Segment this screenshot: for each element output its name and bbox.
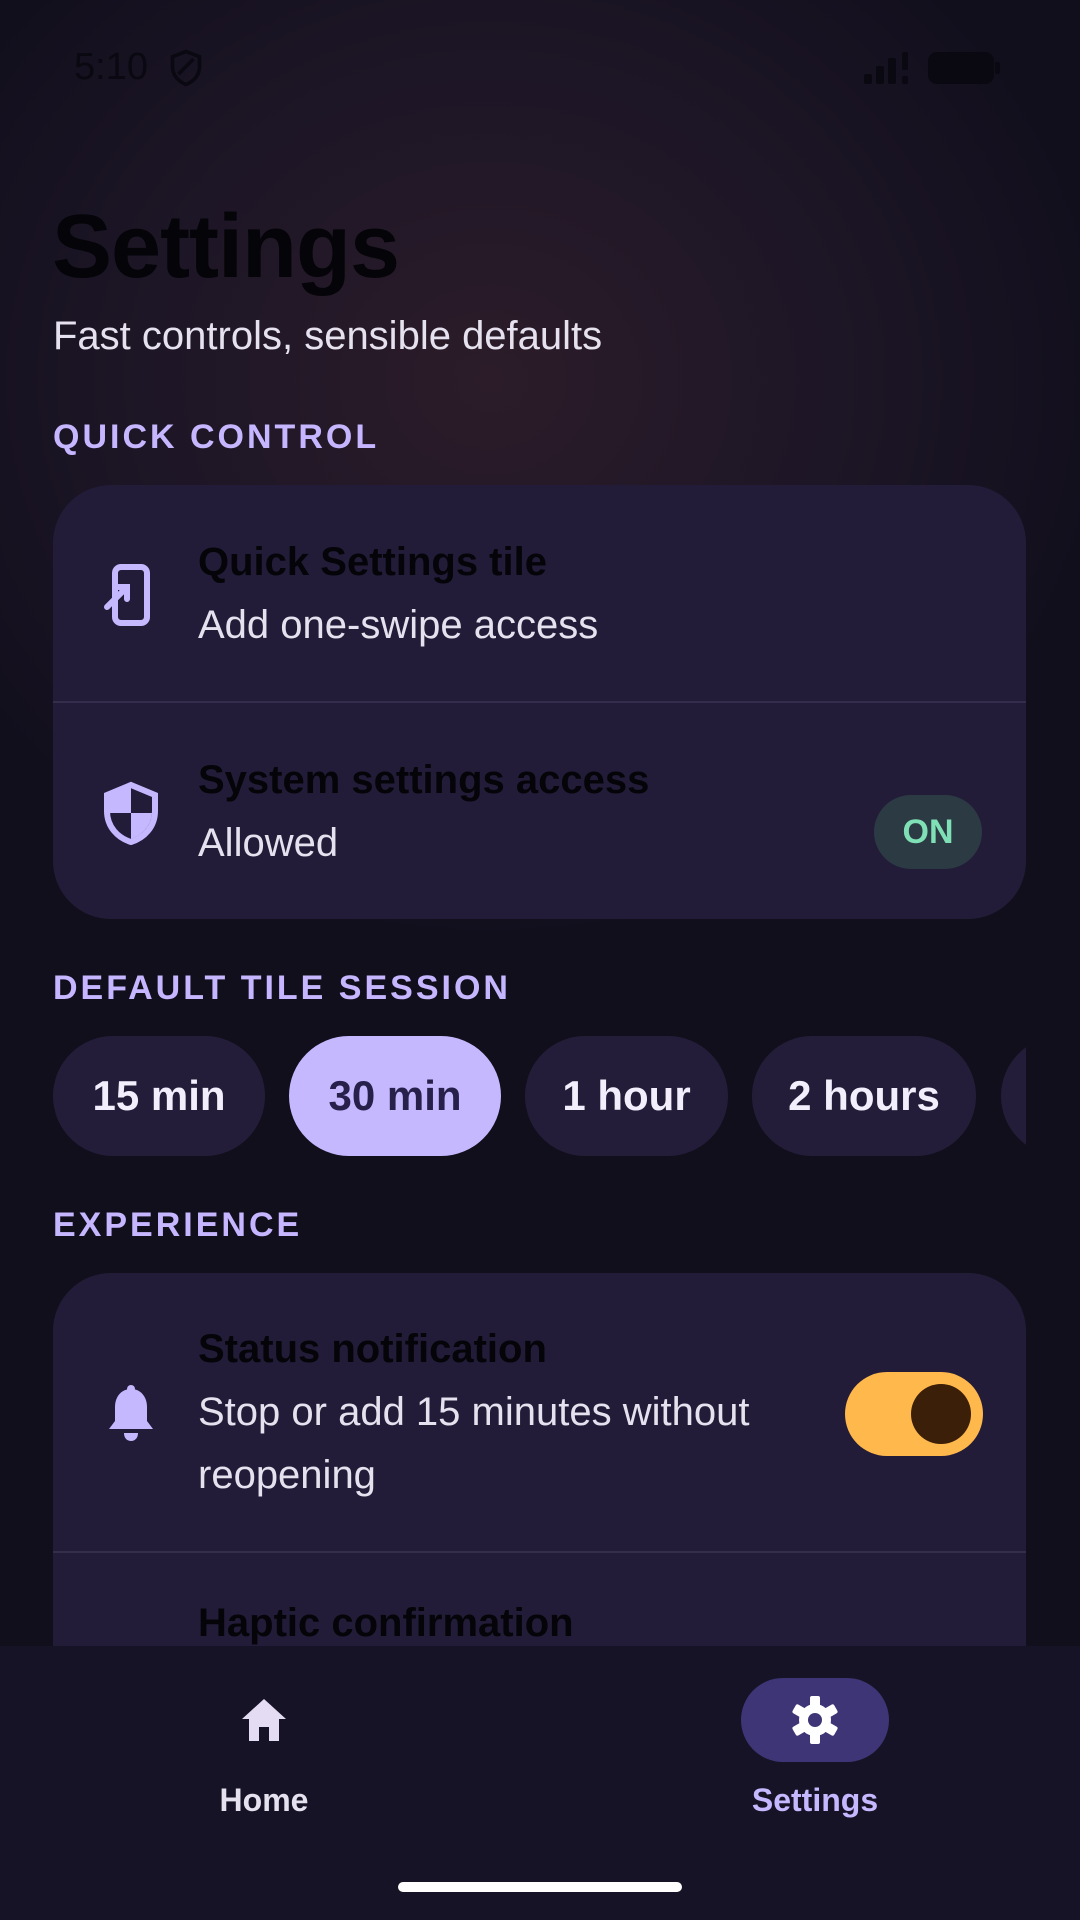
session-chip-row[interactable]: 15 min 30 min 1 hour 2 hours	[53, 1036, 1026, 1158]
bottom-navigation: Home Settings	[0, 1646, 1080, 1920]
bell-icon	[109, 1385, 153, 1441]
signal-icon	[864, 52, 908, 84]
nav-label-settings: Settings	[751, 1782, 879, 1818]
chip-30-min[interactable]: 30 min	[289, 1036, 501, 1156]
home-icon	[242, 1699, 286, 1741]
row-subtitle: Stop or add 15 minutes without reopening	[198, 1390, 750, 1497]
chip-2-hours[interactable]: 2 hours	[752, 1036, 976, 1156]
section-label-default-tile-session: DEFAULT TILE SESSION	[53, 969, 511, 1007]
section-label-quick-control: QUICK CONTROL	[53, 418, 380, 456]
row-title: System settings access	[198, 758, 650, 802]
page-title: Settings	[52, 197, 400, 297]
page-subtitle: Fast controls, sensible defaults	[53, 314, 603, 358]
chip-more[interactable]	[1001, 1036, 1026, 1156]
chip-15-min[interactable]: 15 min	[53, 1036, 265, 1156]
row-title: Quick Settings tile	[198, 540, 547, 584]
row-subtitle: Allowed	[198, 821, 339, 865]
status-badge: ON	[874, 795, 982, 869]
nav-home-pill	[190, 1678, 338, 1762]
chip-1-hour[interactable]: 1 hour	[525, 1036, 728, 1156]
row-title: Status notification	[198, 1327, 547, 1371]
row-title: Haptic confirmation	[198, 1601, 574, 1645]
nav-home[interactable]: Home	[166, 1678, 366, 1828]
status-time: 5:10	[74, 46, 148, 88]
nav-settings-pill	[741, 1678, 889, 1762]
quick-settings-tile-row[interactable]: Quick Settings tile Add one-swipe access	[53, 485, 1026, 701]
gear-icon	[792, 1696, 838, 1744]
shield-status-icon	[170, 49, 202, 87]
phone-add-icon	[104, 564, 150, 626]
battery-icon	[928, 52, 1000, 84]
section-label-experience: EXPERIENCE	[53, 1206, 303, 1244]
home-gesture-handle[interactable]	[398, 1882, 682, 1892]
nav-label-home: Home	[219, 1782, 309, 1818]
system-settings-access-row[interactable]: System settings access Allowed ON	[53, 703, 1026, 919]
quick-control-card: Quick Settings tile Add one-swipe access…	[53, 485, 1026, 919]
row-subtitle: Add one-swipe access	[198, 603, 599, 647]
status-notification-row[interactable]: Status notification Stop or add 15 minut…	[53, 1273, 1026, 1551]
status-notification-toggle[interactable]	[845, 1372, 983, 1456]
status-bar: 5:10	[0, 0, 1080, 134]
shield-icon	[104, 781, 158, 845]
nav-settings[interactable]: Settings	[717, 1678, 917, 1828]
toggle-knob	[911, 1384, 971, 1444]
